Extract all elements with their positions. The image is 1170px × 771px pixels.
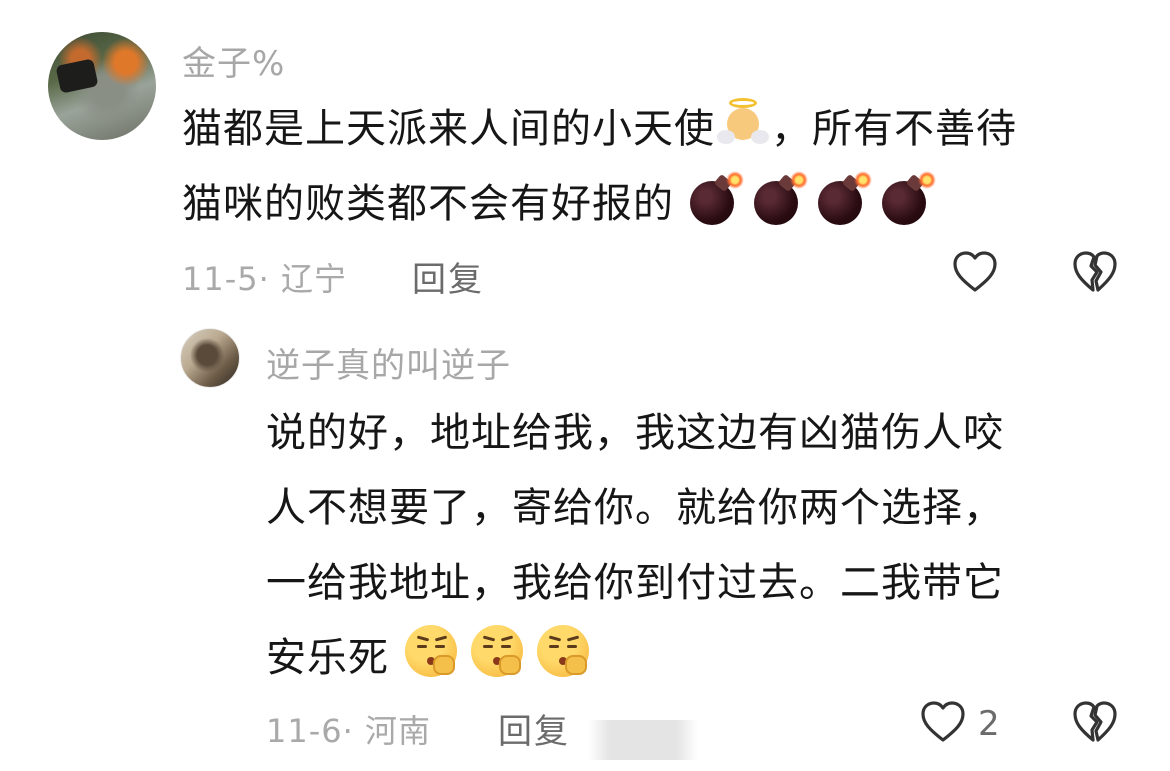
reply-button[interactable]: 回复: [412, 252, 484, 301]
comment-text: 说的好，地址给我，我这边有凶猫伤人咬 人不想要了，寄给你。就给你两个选择， 一给…: [266, 396, 1116, 696]
comment-text-segment: 猫咪的败类都不会有好报的: [182, 181, 674, 227]
comment-text-segment: ，所有不善待: [771, 106, 1017, 152]
angel-emoji-icon: [717, 98, 769, 150]
shushing-face-emoji-icon: [535, 623, 593, 679]
date-location: 11-5· 辽宁: [182, 260, 347, 298]
shushing-face-emoji-icon: [469, 623, 527, 679]
comment-text-segment: 安乐死: [266, 635, 389, 681]
watermark: [588, 720, 698, 760]
broken-heart-icon[interactable]: [1070, 698, 1120, 748]
like-count: 2: [978, 704, 1000, 744]
comment-text-line: 说的好，地址给我，我这边有凶猫伤人咬: [266, 410, 1004, 456]
comment-text-segment: 猫都是上天派来人间的小天使: [182, 106, 715, 152]
comment-thread: 金子% 猫都是上天派来人间的小天使 ，所有不善待 猫咪的败类都不会有好报的 11-…: [0, 0, 1170, 771]
heart-icon[interactable]: [918, 698, 968, 748]
avatar[interactable]: [48, 32, 156, 140]
comment-text-line: 人不想要了，寄给你。就给你两个选择，: [266, 485, 1004, 531]
username[interactable]: 金子%: [182, 36, 285, 85]
reply-button[interactable]: 回复: [498, 704, 570, 753]
broken-heart-icon[interactable]: [1070, 248, 1120, 298]
username[interactable]: 逆子真的叫逆子: [266, 338, 511, 387]
bomb-emoji-icon: [880, 171, 938, 225]
heart-icon[interactable]: [950, 248, 1000, 298]
bomb-emoji-icon: [752, 171, 810, 225]
shushing-face-emoji-icon: [403, 623, 461, 679]
bomb-emoji-icon: [816, 171, 874, 225]
bomb-emoji-icon: [688, 171, 746, 225]
comment-text-line: 一给我地址，我给你到付过去。二我带它: [266, 560, 1004, 606]
comment-text: 猫都是上天派来人间的小天使 ，所有不善待 猫咪的败类都不会有好报的: [182, 92, 1142, 242]
date-location: 11-6· 河南: [266, 712, 431, 750]
avatar[interactable]: [180, 328, 240, 388]
